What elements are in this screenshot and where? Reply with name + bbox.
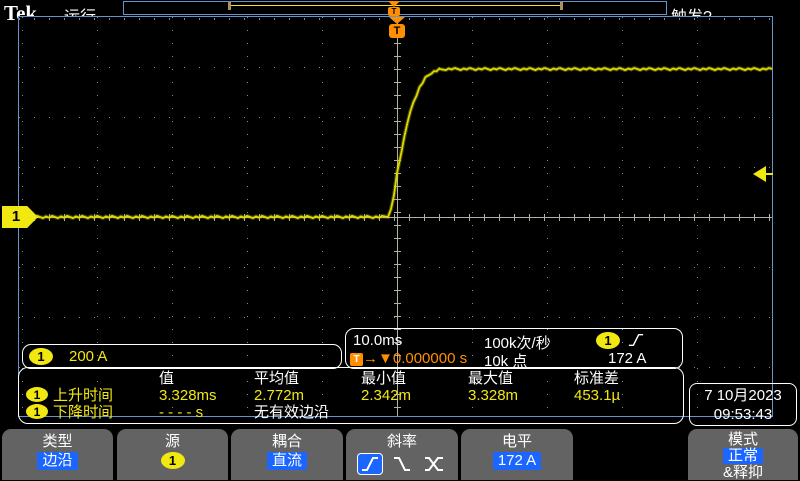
timebase-scale: 10.0ms <box>353 332 402 349</box>
trigger-flag-icon[interactable]: T <box>388 17 406 38</box>
channel-readout-box: 1 200 A <box>22 344 342 369</box>
meas2-value: - - - - s <box>159 404 203 421</box>
menu-mode-label: 模式 <box>728 431 758 448</box>
trigger-t-icon: T <box>350 353 363 366</box>
gridline-horizontal <box>19 267 772 268</box>
meas1-max: 3.328m <box>468 387 518 404</box>
menu-source-badge: 1 <box>161 452 185 469</box>
trigger-position-readout: T→▼0.000000 s <box>350 350 467 367</box>
trigger-level-arrow-icon[interactable] <box>753 166 773 182</box>
menu-button-coupling[interactable]: 耦合 直流 <box>231 429 343 480</box>
trigger-level-readout: 172 A <box>608 350 646 367</box>
meas1-mean: 2.772m <box>254 387 304 404</box>
meas1-stddev: 453.1µ <box>574 387 620 404</box>
gridline-horizontal <box>19 167 772 168</box>
menu-mode-value: 正常 <box>723 448 763 464</box>
gridline-horizontal <box>19 317 772 318</box>
col-header-max: 最大值 <box>468 370 513 387</box>
oscilloscope-screen: { "header": { "brand": "Tek", "acq_statu… <box>0 0 800 480</box>
menu-source-label: 源 <box>165 433 180 450</box>
col-header-stddev: 标准差 <box>574 370 619 387</box>
menu-level-value: 172 A <box>493 452 541 470</box>
measurement-table: 值 平均值 最小值 最大值 标准差 1 上升时间 3.328ms 2.772m … <box>18 367 684 424</box>
record-window-right-bracket <box>560 2 563 10</box>
date-label: 7 10月2023 <box>690 386 796 405</box>
col-header-mean: 平均值 <box>254 370 299 387</box>
menu-slope-label: 斜率 <box>387 433 417 450</box>
col-header-value: 值 <box>159 370 174 387</box>
meas2-note: 无有效边沿 <box>254 404 329 421</box>
menu-type-label: 类型 <box>42 433 72 450</box>
menu-coupling-label: 耦合 <box>272 433 302 450</box>
channel-scale: 200 A <box>69 348 107 365</box>
meas1-min: 2.342m <box>361 387 411 404</box>
trigger-source-badge: 1 <box>596 332 620 349</box>
datetime-box: 7 10月2023 09:53:43 <box>689 383 797 426</box>
menu-level-label: 电平 <box>502 433 532 450</box>
falling-edge-icon[interactable] <box>390 454 414 474</box>
trigger-slope-icon <box>628 332 644 352</box>
menu-mode-suffix: &释抑 <box>723 464 763 481</box>
horizontal-readout-box: 10.0ms 100k次/秒 1 T→▼0.000000 s 10k 点 172… <box>345 328 683 369</box>
time-label: 09:53:43 <box>690 405 796 424</box>
menu-button-slope[interactable]: 斜率 <box>346 429 458 480</box>
gridline-vertical <box>697 17 698 416</box>
col-header-min: 最小值 <box>361 370 406 387</box>
horizontal-axis-ticks <box>19 214 772 221</box>
menu-type-value: 边沿 <box>37 452 77 470</box>
menu-button-mode[interactable]: 模式 正常 &释抑 <box>688 429 798 480</box>
menu-button-level[interactable]: 电平 172 A <box>461 429 573 480</box>
meas1-name: 上升时间 <box>53 387 113 404</box>
either-edge-icon[interactable] <box>421 454 447 474</box>
trigger-position-icon[interactable]: T <box>386 1 402 16</box>
meas1-value: 3.328ms <box>159 387 217 404</box>
record-view-bar: T <box>123 1 667 15</box>
menu-button-type[interactable]: 类型 边沿 <box>2 429 113 480</box>
gridline-horizontal <box>19 67 772 68</box>
record-window-left-bracket <box>228 2 231 10</box>
meas2-name: 下降时间 <box>53 404 113 421</box>
meas2-source-badge: 1 <box>26 404 48 419</box>
channel-badge: 1 <box>29 348 53 365</box>
gridline-horizontal <box>19 117 772 118</box>
meas1-source-badge: 1 <box>26 387 48 402</box>
menu-coupling-value: 直流 <box>267 452 307 470</box>
menu-button-source[interactable]: 源 1 <box>117 429 228 480</box>
rising-edge-icon[interactable] <box>357 453 383 475</box>
gridline-vertical <box>772 17 773 416</box>
